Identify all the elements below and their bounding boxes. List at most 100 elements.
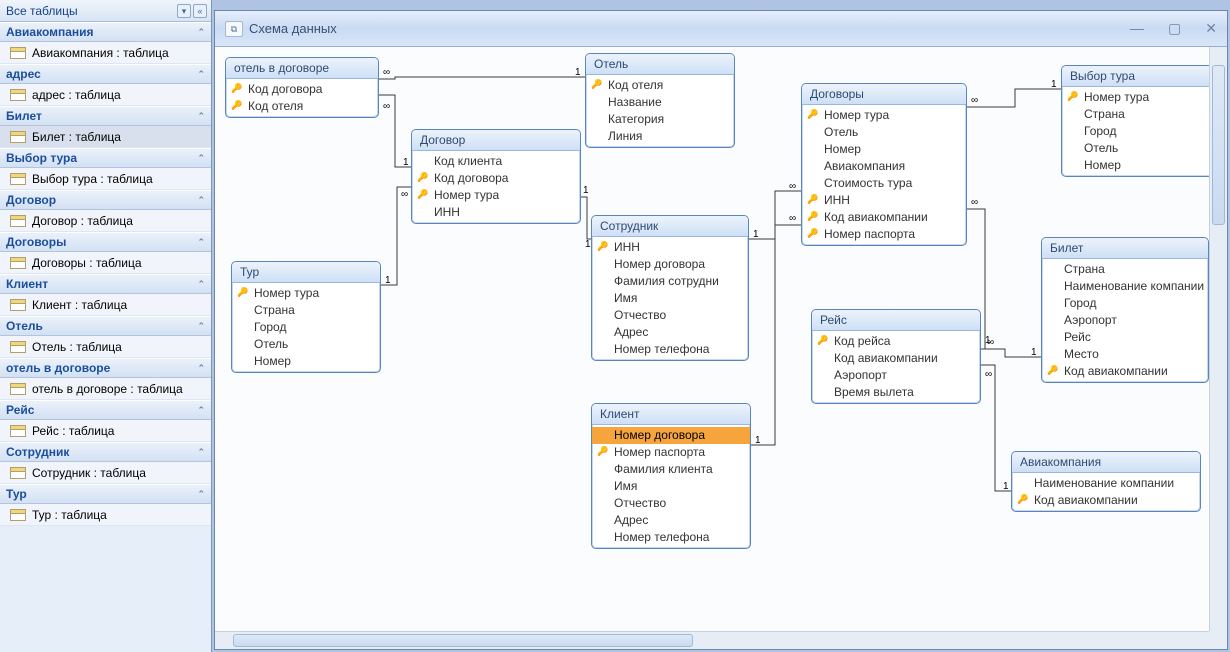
scroll-thumb[interactable] xyxy=(233,634,693,647)
table-title[interactable]: Договор xyxy=(412,130,580,151)
nav-table-item[interactable]: Договор : таблица xyxy=(0,210,211,232)
collapse-icon[interactable]: ⌃ xyxy=(197,190,205,210)
table-field[interactable]: Номер паспорта xyxy=(802,226,966,243)
table-field[interactable]: Код рейса xyxy=(812,333,980,350)
table-field[interactable]: Время вылета xyxy=(812,384,980,401)
nav-group-header[interactable]: отель в договоре⌃ xyxy=(0,358,211,378)
nav-group-header[interactable]: Клиент⌃ xyxy=(0,274,211,294)
table-field[interactable]: Код авиакомпании xyxy=(812,350,980,367)
nav-table-item[interactable]: Тур : таблица xyxy=(0,504,211,526)
maximize-icon[interactable]: ▢ xyxy=(1168,20,1181,37)
relationship-window-title-bar[interactable]: ⧉ Схема данных — ▢ ✕ xyxy=(215,11,1227,47)
table-field[interactable]: Аэропорт xyxy=(1042,312,1208,329)
table-field[interactable]: Номер тура xyxy=(802,107,966,124)
nav-table-item[interactable]: Авиакомпания : таблица xyxy=(0,42,211,64)
table-klient[interactable]: КлиентНомер договораНомер паспортаФамили… xyxy=(591,403,751,549)
nav-table-item[interactable]: Рейс : таблица xyxy=(0,420,211,442)
table-field[interactable]: ИНН xyxy=(412,204,580,221)
table-field[interactable]: Номер тура xyxy=(412,187,580,204)
close-icon[interactable]: ✕ xyxy=(1205,20,1217,37)
table-field[interactable]: Страна xyxy=(1042,261,1208,278)
table-field[interactable]: Отель xyxy=(802,124,966,141)
table-title[interactable]: Договоры xyxy=(802,84,966,105)
table-title[interactable]: Тур xyxy=(232,262,380,283)
nav-table-item[interactable]: отель в договоре : таблица xyxy=(0,378,211,400)
table-reis[interactable]: Рейс Код рейсаКод авиакомпанииАэропортВре… xyxy=(811,309,981,404)
table-field[interactable]: Отчество xyxy=(592,495,750,512)
table-field[interactable]: Адрес xyxy=(592,512,750,529)
table-avia[interactable]: АвиакомпанияНаименование компанииКод ави… xyxy=(1011,451,1201,512)
table-field[interactable]: Город xyxy=(1062,123,1209,140)
collapse-icon[interactable]: ⌃ xyxy=(197,400,205,420)
collapse-icon[interactable]: ⌃ xyxy=(197,64,205,84)
collapse-icon[interactable]: ⌃ xyxy=(197,358,205,378)
nav-pane-header[interactable]: Все таблицы ▾ « xyxy=(0,0,211,22)
nav-group-header[interactable]: адрес⌃ xyxy=(0,64,211,84)
nav-table-item[interactable]: адрес : таблица xyxy=(0,84,211,106)
table-title[interactable]: отель в договоре xyxy=(226,58,378,79)
nav-group-header[interactable]: Договор⌃ xyxy=(0,190,211,210)
nav-group-header[interactable]: Сотрудник⌃ xyxy=(0,442,211,462)
table-field[interactable]: Номер xyxy=(802,141,966,158)
table-vybor[interactable]: Выбор тураНомер тураСтранаГородОтельНоме… xyxy=(1061,65,1209,177)
table-bilet[interactable]: БилетСтранаНаименование компанииГородАэр… xyxy=(1041,237,1209,383)
table-field[interactable]: Номер xyxy=(1062,157,1209,174)
collapse-icon[interactable]: ⌃ xyxy=(197,274,205,294)
table-sotrudnik[interactable]: СотрудникИНННомер договораФамилия сотруд… xyxy=(591,215,749,361)
table-field[interactable]: Отчество xyxy=(592,307,748,324)
table-field[interactable]: Код клиента xyxy=(412,153,580,170)
table-field[interactable]: Наименование компании xyxy=(1042,278,1208,295)
table-field[interactable]: Номер тура xyxy=(232,285,380,302)
table-dogovor[interactable]: Договор Код клиентаКод договораНомер тура… xyxy=(411,129,581,224)
table-field[interactable]: Номер договора xyxy=(592,427,750,444)
table-field[interactable]: Имя xyxy=(592,478,750,495)
table-field[interactable]: Имя xyxy=(592,290,748,307)
table-field[interactable]: Номер договора xyxy=(592,256,748,273)
table-field[interactable]: Авиакомпания xyxy=(802,158,966,175)
table-field[interactable]: Город xyxy=(232,319,380,336)
table-field[interactable]: Код авиакомпании xyxy=(802,209,966,226)
table-field[interactable]: Код договора xyxy=(226,81,378,98)
relationship-canvas[interactable]: ∞1∞1∞1111∞1∞∞1∞1∞1∞1 отель в договореКод… xyxy=(215,47,1209,631)
table-field[interactable]: Адрес xyxy=(592,324,748,341)
table-otel_v_dog[interactable]: отель в договоре Код договораКод отеля xyxy=(225,57,379,118)
table-field[interactable]: Фамилия клиента xyxy=(592,461,750,478)
scroll-thumb[interactable] xyxy=(1212,65,1225,225)
table-field[interactable]: Номер телефона xyxy=(592,529,750,546)
table-field[interactable]: Место xyxy=(1042,346,1208,363)
table-field[interactable]: Страна xyxy=(1062,106,1209,123)
collapse-icon[interactable]: ⌃ xyxy=(197,148,205,168)
nav-group-header[interactable]: Авиакомпания⌃ xyxy=(0,22,211,42)
table-otel[interactable]: ОтельКод отеляНазваниеКатегорияЛиния xyxy=(585,53,735,148)
collapse-icon[interactable]: ⌃ xyxy=(197,232,205,252)
nav-table-item[interactable]: Выбор тура : таблица xyxy=(0,168,211,190)
table-field[interactable]: Код договора xyxy=(412,170,580,187)
table-field[interactable]: Код отеля xyxy=(586,77,734,94)
nav-table-item[interactable]: Сотрудник : таблица xyxy=(0,462,211,484)
vertical-scrollbar[interactable] xyxy=(1209,47,1227,631)
nav-collapse-icon[interactable]: « xyxy=(193,4,207,18)
table-title[interactable]: Авиакомпания xyxy=(1012,452,1200,473)
table-title[interactable]: Рейс xyxy=(812,310,980,331)
table-field[interactable]: Название xyxy=(586,94,734,111)
nav-group-header[interactable]: Выбор тура⌃ xyxy=(0,148,211,168)
nav-table-item[interactable]: Отель : таблица xyxy=(0,336,211,358)
table-field[interactable]: Номер тура xyxy=(1062,89,1209,106)
table-field[interactable]: ИНН xyxy=(802,192,966,209)
table-title[interactable]: Выбор тура xyxy=(1062,66,1209,87)
collapse-icon[interactable]: ⌃ xyxy=(197,22,205,42)
table-field[interactable]: Код отеля xyxy=(226,98,378,115)
table-field[interactable]: Код авиакомпании xyxy=(1042,363,1208,380)
nav-group-header[interactable]: Договоры⌃ xyxy=(0,232,211,252)
table-field[interactable]: Рейс xyxy=(1042,329,1208,346)
nav-group-header[interactable]: Рейс⌃ xyxy=(0,400,211,420)
collapse-icon[interactable]: ⌃ xyxy=(197,442,205,462)
table-field[interactable]: Аэропорт xyxy=(812,367,980,384)
nav-group-header[interactable]: Тур⌃ xyxy=(0,484,211,504)
table-field[interactable]: Страна xyxy=(232,302,380,319)
table-field[interactable]: Категория xyxy=(586,111,734,128)
nav-dropdown-icon[interactable]: ▾ xyxy=(177,4,191,18)
table-field[interactable]: Номер xyxy=(232,353,380,370)
table-dogovory[interactable]: Договоры Номер тураОтельНомерАвиакомпания… xyxy=(801,83,967,246)
table-field[interactable]: Номер паспорта xyxy=(592,444,750,461)
